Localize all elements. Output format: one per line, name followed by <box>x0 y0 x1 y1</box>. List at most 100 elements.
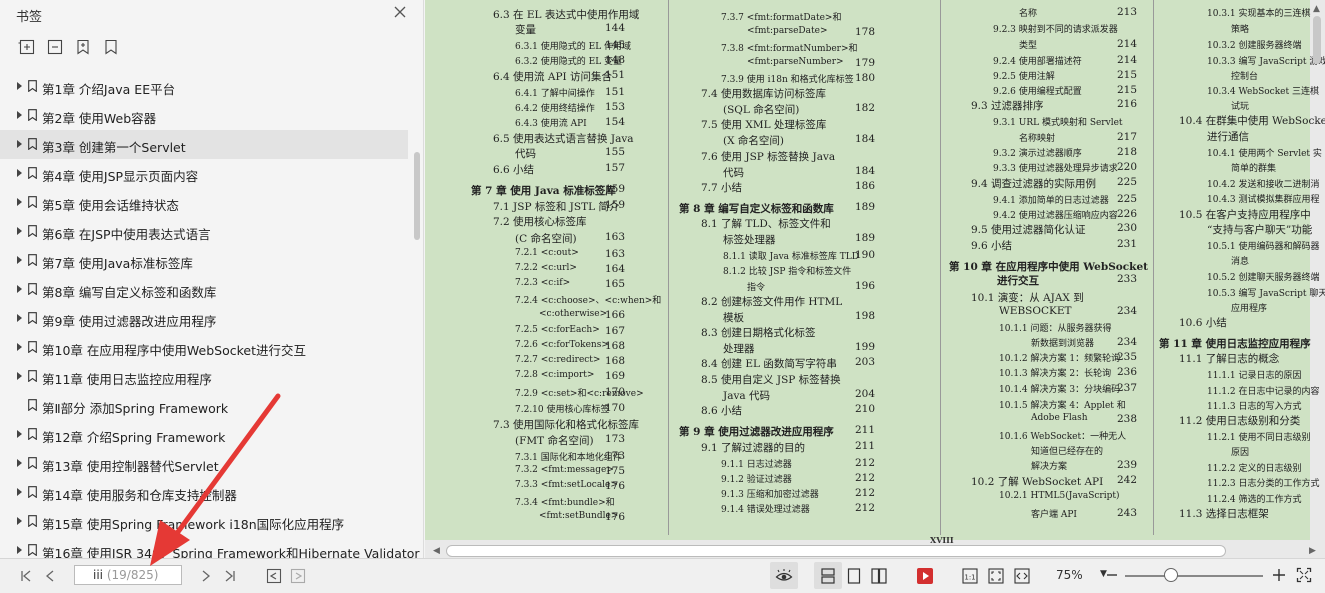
actual-size-icon[interactable]: 1:1 <box>961 567 979 585</box>
toc-entry: 7.3.7 <fmt:formatDate>和 <box>721 13 842 23</box>
bookmark-label: 第Ⅱ部分 添加Spring Framework <box>42 401 229 416</box>
single-page-icon[interactable] <box>845 567 863 585</box>
expand-arrow-icon[interactable] <box>17 227 22 235</box>
last-page-icon[interactable] <box>222 568 238 584</box>
bookmark-item[interactable]: 第4章 使用JSP显示页面内容 <box>0 159 408 188</box>
vertical-scrollbar[interactable] <box>1313 16 1321 64</box>
toc-page-number: 170 <box>605 402 626 414</box>
toc-entry: 9.1.1 日志过滤器 <box>721 460 792 470</box>
bookmark-item[interactable]: 第5章 使用会话维持状态 <box>0 188 408 217</box>
scroll-up-icon[interactable]: ▲ <box>1313 4 1320 14</box>
expand-arrow-icon[interactable] <box>17 169 22 177</box>
previous-page-icon[interactable] <box>42 568 58 584</box>
toc-entry: 第 10 章 在应用程序中使用 WebSocket <box>949 261 1148 273</box>
expand-arrow-icon[interactable] <box>17 111 22 119</box>
expand-arrow-icon[interactable] <box>17 517 22 525</box>
expand-arrow-icon[interactable] <box>17 82 22 90</box>
bookmark-item[interactable]: 第15章 使用Spring Framework i18n国际化应用程序 <box>0 507 408 536</box>
toc-entry: 11.1 了解日志的概念 <box>1179 353 1280 365</box>
toc-page-number: 182 <box>855 102 876 114</box>
toc-page-number: 179 <box>855 57 876 69</box>
expand-all-icon[interactable] <box>18 38 36 56</box>
toc-entry: 9.5 使用过滤器简化认证 <box>971 224 1086 236</box>
eye-protection-icon[interactable] <box>775 567 793 585</box>
expand-arrow-icon[interactable] <box>17 430 22 438</box>
bookmark-list: 第1章 介绍Java EE平台 第2章 使用Web容器 第3章 创建第一个Servl… <box>0 72 420 565</box>
bookmark-item[interactable]: 第14章 使用服务和仓库支持控制器 <box>0 478 408 507</box>
toc-entry: 6.3 在 EL 表达式中使用作用域 <box>493 9 640 21</box>
expand-arrow-icon[interactable] <box>17 314 22 322</box>
toc-page-number: 203 <box>855 356 876 368</box>
bookmark-item[interactable]: 第8章 编写自定义标签和函数库 <box>0 275 408 304</box>
add-bookmark-icon[interactable] <box>74 38 92 56</box>
toc-entry: 8.3 创建日期格式化标签 <box>701 327 816 339</box>
expand-arrow-icon[interactable] <box>17 488 22 496</box>
toc-entry: 9.1.4 错误处理过滤器 <box>721 505 810 515</box>
fit-width-icon[interactable] <box>1013 567 1031 585</box>
expand-arrow-icon[interactable] <box>17 343 22 351</box>
toc-page-number: 204 <box>855 388 876 400</box>
bookmark-item[interactable]: 第1章 介绍Java EE平台 <box>0 72 408 101</box>
zoom-level-dropdown[interactable]: 75% <box>1056 568 1083 582</box>
expand-arrow-icon[interactable] <box>17 546 22 554</box>
zoom-in-icon[interactable] <box>1271 567 1287 583</box>
bookmark-item[interactable]: 第3章 创建第一个Servlet <box>0 130 408 159</box>
play-icon[interactable] <box>916 567 934 585</box>
fullscreen-icon[interactable] <box>1296 567 1312 583</box>
scroll-left-icon[interactable]: ◀ <box>433 546 440 556</box>
close-icon[interactable] <box>392 4 408 20</box>
toc-entry: 7.3.2 <fmt:message> <box>515 465 614 475</box>
toc-page-number: 153 <box>605 101 626 113</box>
forward-view-icon[interactable] <box>289 567 307 585</box>
document-view[interactable]: XVIII 6.3 在 EL 表达式中使用作用域 变量 144 6.3.1 使用隐式的… <box>425 0 1325 558</box>
expand-arrow-icon[interactable] <box>17 256 22 264</box>
bookmark-panel-title: 书签 <box>16 10 43 25</box>
bookmark-item[interactable]: 第6章 在JSP中使用表达式语言 <box>0 217 408 246</box>
expand-arrow-icon[interactable] <box>17 459 22 467</box>
toc-entry: 8.6 小结 <box>701 405 743 417</box>
toc-entry: 简单的群集 <box>1231 164 1277 174</box>
sidebar-scrollbar[interactable] <box>414 152 420 240</box>
continuous-page-icon[interactable] <box>819 567 837 585</box>
bookmark-item[interactable]: 第10章 在应用程序中使用WebSocket进行交互 <box>0 333 408 362</box>
zoom-slider-handle[interactable] <box>1163 568 1178 582</box>
expand-arrow-icon[interactable] <box>17 198 22 206</box>
toc-page-number: 210 <box>855 403 876 415</box>
toc-page-number: 237 <box>1117 382 1138 394</box>
bookmark-item[interactable]: 第9章 使用过滤器改进应用程序 <box>0 304 408 333</box>
toc-page-number: 212 <box>855 487 876 499</box>
toc-entry: 名称 <box>1019 9 1038 19</box>
zoom-out-icon[interactable] <box>1106 567 1118 583</box>
expand-arrow-icon[interactable] <box>17 372 22 380</box>
toc-page-number: 220 <box>1117 161 1138 173</box>
fit-page-icon[interactable] <box>987 567 1005 585</box>
toc-entry: 10.1.4 解决方案 3：分块编码 <box>999 385 1121 395</box>
page-number-input[interactable]: iii (19/825) <box>74 565 182 585</box>
bookmark-icon <box>28 341 37 353</box>
next-page-icon[interactable] <box>198 568 214 584</box>
horizontal-scrollbar[interactable] <box>446 545 1226 557</box>
bookmark-item[interactable]: 第Ⅱ部分 添加Spring Framework <box>0 391 408 420</box>
bookmark-item[interactable]: 第2章 使用Web容器 <box>0 101 408 130</box>
bookmark-item[interactable]: 第7章 使用Java标准标签库 <box>0 246 408 275</box>
bookmark-item[interactable]: 第13章 使用控制器替代Servlet <box>0 449 408 478</box>
toc-entry: 代码 <box>515 148 536 160</box>
collapse-all-icon[interactable] <box>46 38 64 56</box>
toc-entry: 11.1.1 记录日志的原因 <box>1207 371 1302 381</box>
first-page-icon[interactable] <box>18 568 34 584</box>
scroll-right-icon[interactable]: ▶ <box>1309 546 1316 556</box>
bookmark-label: 第9章 使用过滤器改进应用程序 <box>42 314 217 329</box>
toc-page-number: 186 <box>855 180 876 192</box>
back-view-icon[interactable] <box>265 567 283 585</box>
bookmark-item[interactable]: 第12章 介绍Spring Framework <box>0 420 408 449</box>
expand-arrow-icon[interactable] <box>17 285 22 293</box>
page-total-label: (19/825) <box>106 568 159 582</box>
bookmark-icon[interactable] <box>102 38 120 56</box>
double-page-icon[interactable] <box>870 567 888 585</box>
toc-entry: 11.2.2 定义的日志级别 <box>1207 464 1302 474</box>
zoom-slider-track[interactable] <box>1125 575 1263 577</box>
toc-entry: 7.2.3 <c:if> <box>515 278 571 288</box>
bookmark-item[interactable]: 第11章 使用日志监控应用程序 <box>0 362 408 391</box>
expand-arrow-icon[interactable] <box>17 140 22 148</box>
toc-entry: 名称映射 <box>1019 134 1056 144</box>
